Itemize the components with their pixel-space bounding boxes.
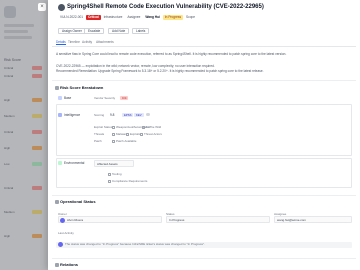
add-note-button[interactable]: Add Note	[108, 28, 130, 34]
threat-option[interactable]: Threat Actors	[140, 132, 162, 136]
activity-text: The status was changed to "In Progress" …	[65, 242, 205, 246]
environmental-label: Environmental	[64, 161, 85, 165]
assignee-field[interactable]: wang.hui@acme.com	[274, 216, 352, 223]
escalate-button[interactable]: Escalate	[84, 28, 105, 34]
spring-icon	[58, 4, 65, 11]
base-label: Base	[64, 96, 72, 100]
avatar	[58, 242, 63, 247]
chart-icon	[55, 86, 59, 90]
assign-owner-button[interactable]: Assign Owner	[58, 28, 86, 34]
intelligence-toggle[interactable]	[146, 113, 150, 116]
status-icon	[55, 200, 59, 204]
section-title: Relations	[60, 262, 79, 267]
page-title: Spring4Shell Remote Code Execution Vulne…	[67, 4, 264, 10]
divider	[52, 80, 356, 81]
tab-details[interactable]: Details	[56, 40, 66, 45]
section-title: Risk Score Breakdown	[60, 85, 104, 90]
section-title: Operational Status	[60, 199, 96, 204]
base-value: Vendor Severity	[94, 96, 116, 100]
threat-option[interactable]: Exploits	[126, 132, 141, 136]
description-text: A sensitive flaw in Spring Core could le…	[56, 52, 287, 56]
base-badge: Crit	[120, 96, 129, 100]
affected-assets-field[interactable]: Affected Assets	[94, 160, 134, 167]
description-text: CVE-2022-22965 — exploitation in the wil…	[56, 64, 215, 68]
severity-badge[interactable]: Critical	[85, 15, 101, 20]
close-icon[interactable]: ×	[38, 3, 46, 11]
vuln-id: VULN-2022-001	[60, 15, 84, 19]
intelligence-label: Intelligence	[64, 113, 81, 117]
tab-attachments[interactable]: Attachments	[96, 40, 114, 44]
owner-field[interactable]: Alvin Rivera	[58, 216, 162, 223]
description-text: Recommended Remediation: Upgrade Spring …	[56, 69, 264, 73]
exploit-status-label: Exploit Status	[94, 125, 113, 129]
meta-row: VULN-2022-001 Critical Infrastructure As…	[58, 15, 197, 20]
assignee-label: Assignee	[127, 15, 141, 19]
relations-icon	[55, 263, 59, 267]
assignee-value[interactable]: Wang Hui	[143, 15, 162, 20]
epss-pill[interactable]: EPSS	[122, 113, 134, 117]
tab-divider	[52, 46, 356, 47]
tab-timeline[interactable]: Timeline	[68, 40, 80, 44]
intelligence-card	[56, 104, 352, 156]
last-activity-label: Last Activity	[58, 231, 74, 235]
intelligence-icon	[58, 113, 62, 117]
env-tag[interactable]: Compliance Requirements	[108, 179, 147, 183]
tab-activity[interactable]: Activity	[82, 40, 92, 44]
divider	[52, 195, 356, 196]
patch-option[interactable]: Patch Available	[112, 139, 136, 143]
scoring-value: 9.8	[110, 113, 115, 117]
base-icon	[58, 96, 62, 100]
env-tag[interactable]: Tooling	[108, 172, 122, 176]
category-value[interactable]: Infrastructure	[102, 15, 125, 20]
scoring-label: Scoring	[94, 113, 105, 117]
scope-label: Scope	[186, 15, 196, 19]
divider	[52, 258, 356, 259]
threats-label: Threats	[94, 132, 105, 136]
exploit-option[interactable]: In The Wild	[142, 125, 161, 129]
kev-pill[interactable]: KEV	[134, 113, 144, 117]
patch-label: Patch	[94, 139, 102, 143]
status-field[interactable]: In Progress	[166, 216, 270, 223]
environment-icon	[58, 161, 62, 165]
status-badge[interactable]: In Progress	[162, 15, 184, 20]
labels-button[interactable]: Labels	[132, 28, 150, 34]
